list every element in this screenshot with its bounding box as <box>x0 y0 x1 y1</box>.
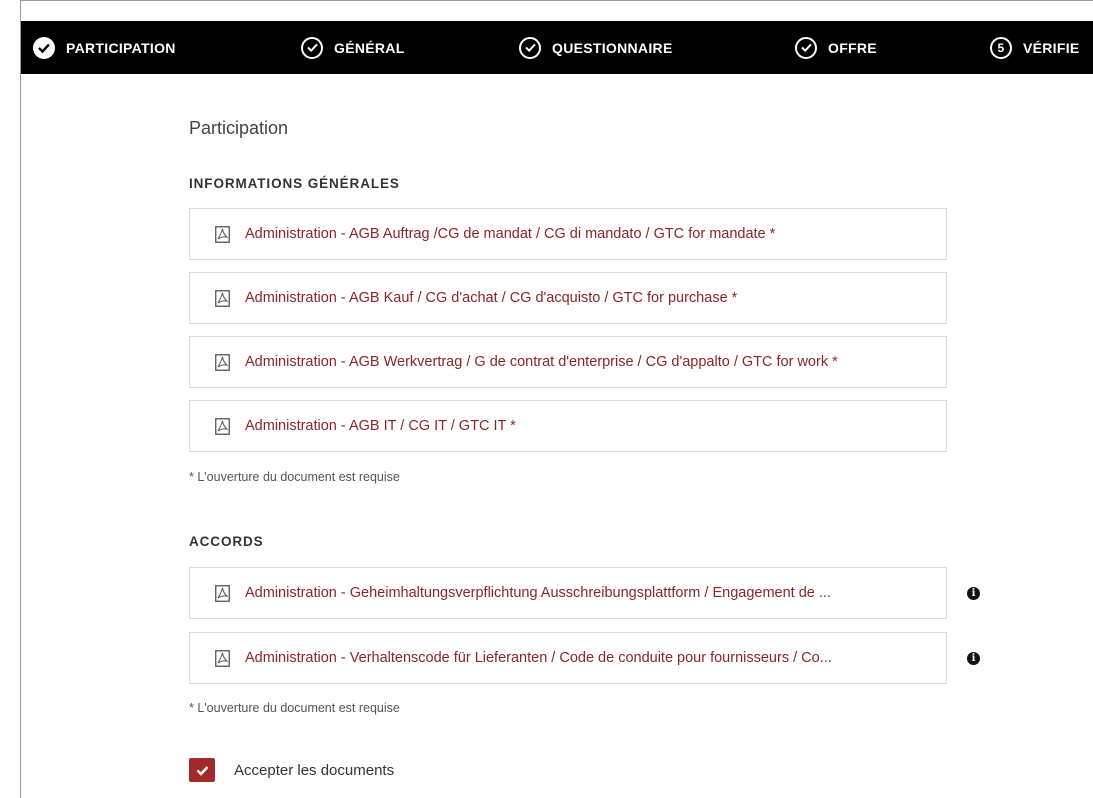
step-label: QUESTIONNAIRE <box>552 39 673 56</box>
document-label: Administration - Geheimhaltungsverpflich… <box>245 585 831 601</box>
pdf-icon <box>215 584 230 602</box>
required-note: * L'ouverture du document est requise <box>189 470 400 484</box>
document-link[interactable]: Administration - AGB Auftrag /CG de mand… <box>189 208 947 260</box>
step-offre[interactable]: OFFRE <box>795 21 877 74</box>
step-participation[interactable]: PARTICIPATION <box>33 21 176 74</box>
required-note: * L'ouverture du document est requise <box>189 701 400 715</box>
step-label: OFFRE <box>828 39 877 56</box>
step-label: GÉNÉRAL <box>334 39 405 56</box>
pdf-icon <box>215 289 230 307</box>
pdf-icon <box>215 417 230 435</box>
step-verifier[interactable]: 5 VÉRIFIE <box>990 21 1080 74</box>
step-general[interactable]: GÉNÉRAL <box>301 21 405 74</box>
document-link[interactable]: Administration - AGB IT / CG IT / GTC IT… <box>189 400 947 452</box>
document-link[interactable]: Administration - AGB Werkvertrag / G de … <box>189 336 947 388</box>
document-link[interactable]: Administration - Verhaltenscode für Lief… <box>189 632 947 684</box>
section-title-general-info: INFORMATIONS GÉNÉRALES <box>189 176 400 191</box>
check-filled-icon <box>33 36 55 59</box>
check-circle-icon <box>301 36 323 59</box>
document-link[interactable]: Administration - AGB Kauf / CG d'achat /… <box>189 272 947 324</box>
document-label: Administration - AGB IT / CG IT / GTC IT… <box>245 418 516 434</box>
check-circle-icon <box>519 36 541 59</box>
document-label: Administration - AGB Werkvertrag / G de … <box>245 354 838 370</box>
document-label: Administration - Verhaltenscode für Lief… <box>245 650 832 666</box>
accept-label: Accepter les documents <box>234 761 395 779</box>
accept-documents[interactable]: Accepter les documents <box>189 758 394 782</box>
pdf-icon <box>215 225 230 243</box>
app-frame: PARTICIPATION GÉNÉRAL QUESTIONNAIRE OFFR… <box>20 0 1093 798</box>
section-title-agreements: ACCORDS <box>189 534 264 549</box>
step-number-5: 5 <box>990 36 1012 59</box>
info-icon[interactable]: i <box>967 652 980 665</box>
document-link[interactable]: Administration - Geheimhaltungsverpflich… <box>189 567 947 619</box>
page-title: Participation <box>189 118 289 138</box>
document-label: Administration - AGB Kauf / CG d'achat /… <box>245 290 738 306</box>
document-label: Administration - AGB Auftrag /CG de mand… <box>245 226 776 242</box>
check-circle-icon <box>795 36 817 59</box>
check-icon <box>196 765 208 776</box>
step-label: PARTICIPATION <box>66 39 176 56</box>
info-icon[interactable]: i <box>967 587 980 600</box>
pdf-icon <box>215 353 230 371</box>
accept-checkbox[interactable] <box>189 758 215 782</box>
pdf-icon <box>215 649 230 667</box>
progress-stepper: PARTICIPATION GÉNÉRAL QUESTIONNAIRE OFFR… <box>21 21 1093 74</box>
step-questionnaire[interactable]: QUESTIONNAIRE <box>519 21 673 74</box>
step-label: VÉRIFIE <box>1023 39 1080 56</box>
